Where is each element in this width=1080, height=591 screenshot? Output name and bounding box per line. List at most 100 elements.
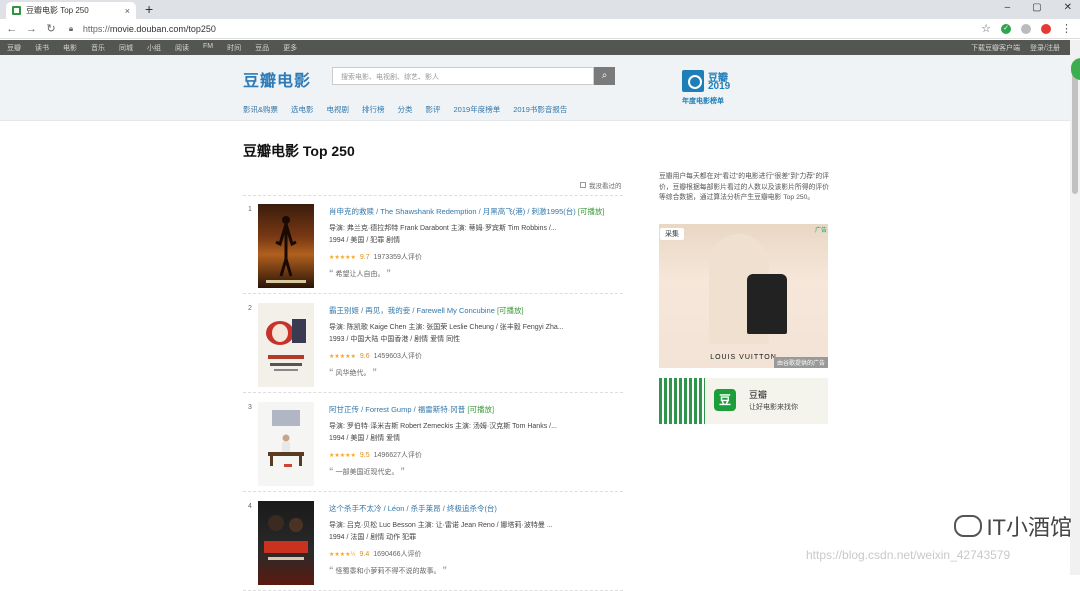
subnav-item[interactable]: 影评 <box>426 104 441 115</box>
annual-year: 2019 <box>708 81 731 92</box>
hide-watched-checkbox[interactable] <box>580 182 586 188</box>
movie-subnav: 影讯&购票 选电影 电视剧 排行榜 分类 影评 2019年度榜单 2019书影音报告 <box>243 104 567 115</box>
global-nav-item[interactable]: 读书 <box>35 43 49 53</box>
top250-description: 豆瓣用户每天都在对“看过”的电影进行“很差”到“力荐”的评价，豆瓣根据每部影片看… <box>659 173 829 201</box>
global-nav-item[interactable]: FM <box>203 43 213 53</box>
rating-stars-icon: ★★★★★ <box>329 254 356 261</box>
movie-other-titles: / The Shawshank Redemption / 月黑高飞(港) / 刺… <box>374 207 576 216</box>
movie-title-link[interactable]: 阿甘正传 <box>329 405 359 414</box>
url-scheme: https:// <box>82 23 110 34</box>
global-nav-item[interactable]: 音乐 <box>91 43 105 53</box>
close-window-button[interactable]: ✕ <box>1064 2 1072 13</box>
minimize-button[interactable]: – <box>1005 2 1011 13</box>
bookmark-star-icon[interactable]: ☆ <box>981 22 991 35</box>
extension-check-icon[interactable]: ✓ <box>1001 23 1011 34</box>
movie-title-line: 这个杀手不太冷 / Léon / 杀手莱昂 / 终极追杀令(台) <box>329 503 497 514</box>
global-nav-item[interactable]: 更多 <box>283 43 297 53</box>
ad-footer[interactable]: 由谷歌提供的广告 <box>773 357 828 368</box>
new-tab-button[interactable]: + <box>145 1 153 17</box>
browser-menu-icon[interactable]: ⋮ <box>1061 22 1072 35</box>
subnav-item[interactable]: 电视剧 <box>327 104 350 115</box>
global-nav-item[interactable]: 豆瓣 <box>7 43 21 53</box>
douban-favicon-icon <box>12 6 21 15</box>
movie-meta: 1994 / 美国 / 犯罪 剧情 <box>329 237 401 244</box>
restore-button[interactable]: ▢ <box>1032 2 1041 13</box>
forward-icon[interactable]: → <box>24 23 40 35</box>
douban-movie-logo[interactable]: 豆瓣电影 <box>243 67 311 91</box>
movie-poster[interactable] <box>258 402 314 486</box>
movie-credits: 导演: 吕克·贝松 Luc Besson 主演: 让·雷诺 Jean Reno … <box>329 522 553 529</box>
scrollbar-thumb[interactable] <box>1072 64 1078 194</box>
subnav-item[interactable]: 选电影 <box>291 104 314 115</box>
playable-badge[interactable]: [可播放] <box>497 306 524 315</box>
search-input[interactable]: 搜索电影、电视剧、综艺、影人 <box>332 67 594 85</box>
subnav-item[interactable]: 2019书影音报告 <box>513 104 567 115</box>
global-nav-item[interactable]: 同城 <box>119 43 133 53</box>
url-text: movie.douban.com/top250 <box>109 23 216 34</box>
back-icon[interactable]: ← <box>4 23 20 35</box>
subnav-item[interactable]: 影讯&购票 <box>243 104 278 115</box>
page-scrollbar[interactable] <box>1070 40 1080 575</box>
movie-poster[interactable] <box>258 204 314 288</box>
movie-meta: 1993 / 中国大陆 中国香港 / 剧情 爱情 同性 <box>329 336 461 343</box>
movie-meta: 1994 / 美国 / 剧情 爱情 <box>329 435 401 442</box>
quote-text: 怪蜀黍和小萝莉不得不说的故事。 <box>335 568 441 575</box>
movie-title-link[interactable]: 霸王别姬 <box>329 306 359 315</box>
ad-tag[interactable]: 广告 <box>815 225 827 234</box>
movie-title-line: 肖申克的救赎 / The Shawshank Redemption / 月黑高飞… <box>329 206 605 217</box>
movie-poster[interactable] <box>258 303 314 387</box>
tab-close-icon[interactable]: × <box>125 6 130 16</box>
hide-watched-toggle[interactable]: 我没看过的 <box>580 180 622 190</box>
movie-other-titles: / Forrest Gump / 福雷斯特·冈普 <box>359 405 466 414</box>
global-nav-item[interactable]: 电影 <box>63 43 77 53</box>
movie-title-link[interactable]: 这个杀手不太冷 <box>329 504 382 513</box>
toolbar-icons: ☆ ✓ ⋮ <box>981 22 1072 35</box>
global-nav-item[interactable]: 时间 <box>227 43 241 53</box>
app-download-box[interactable]: 豆 豆瓣 让好电影来找你 <box>659 378 828 424</box>
movie-item: 4 这个杀手不太冷 / Léon / 杀手莱昂 / 终极追杀令(台) 导演: 吕… <box>243 493 623 591</box>
movie-poster[interactable] <box>258 501 314 585</box>
subnav-item[interactable]: 分类 <box>398 104 413 115</box>
address-bar[interactable]: 🔒︎ https:// movie.douban.com/top250 <box>69 21 981 36</box>
app-slogan: 让好电影来找你 <box>749 404 798 411</box>
extension-red-icon[interactable] <box>1041 23 1051 34</box>
reload-icon[interactable]: ↻ <box>43 22 59 35</box>
movie-credits: 导演: 罗伯特·泽米吉斯 Robert Zemeckis 主演: 汤姆·汉克斯 … <box>329 423 557 430</box>
rating-stars-icon: ★★★★★ <box>329 452 356 459</box>
browser-toolbar: ← → ↻ 🔒︎ https:// movie.douban.com/top25… <box>0 19 1080 39</box>
subnav-item[interactable]: 2019年度榜单 <box>454 104 501 115</box>
movie-item: 2 霸王别姬 / 再见，我的妾 / Farewell My Concubine … <box>243 295 623 393</box>
global-nav-item[interactable]: 豆品 <box>255 43 269 53</box>
browser-tab[interactable]: 豆瓣电影 Top 250 × <box>6 2 136 19</box>
annual-logo-icon <box>682 70 704 92</box>
movie-rating: ★★★★½ 9.4 1690466人评价 <box>329 549 422 559</box>
rating-votes: 1459603人评价 <box>373 353 422 360</box>
global-nav-item[interactable]: 阅读 <box>175 43 189 53</box>
search-button[interactable]: ⌕ <box>594 67 615 85</box>
ad-collect-button[interactable]: 采集 <box>660 228 684 240</box>
global-nav-item[interactable]: 小组 <box>147 43 161 53</box>
lock-icon: 🔒︎ <box>68 23 74 33</box>
annual-list-banner[interactable]: 豆瓣 2019 年度电影榜单 <box>680 69 750 109</box>
playable-badge[interactable]: [可播放] <box>578 207 605 216</box>
movie-title-line: 阿甘正传 / Forrest Gump / 福雷斯特·冈普 [可播放] <box>329 404 494 415</box>
movie-title-link[interactable]: 肖申克的救赎 <box>329 207 374 216</box>
quote-text: 希望让人自由。 <box>335 271 385 278</box>
profile-avatar-icon[interactable] <box>1021 23 1031 34</box>
playable-badge[interactable]: [可播放] <box>467 405 494 414</box>
csdn-watermark: https://blog.csdn.net/weixin_42743579 <box>806 548 1011 562</box>
movie-rating: ★★★★★ 9.7 1973359人评价 <box>329 252 422 262</box>
rating-score: 9.5 <box>359 451 370 459</box>
subnav-item[interactable]: 排行榜 <box>362 104 385 115</box>
download-app-link[interactable]: 下载豆瓣客户端 <box>971 43 1020 53</box>
rating-stars-icon: ★★★★½ <box>329 551 356 558</box>
movie-quote: “ 怪蜀黍和小萝莉不得不说的故事。 ” <box>329 565 447 575</box>
movie-rank: 3 <box>248 404 252 411</box>
login-register-link[interactable]: 登录/注册 <box>1030 43 1060 53</box>
sidebar-ad[interactable]: 采集 广告 LOUIS VUITTON 由谷歌提供的广告 <box>659 224 828 368</box>
rating-votes: 1690466人评价 <box>373 551 422 558</box>
movie-rank: 1 <box>248 206 252 213</box>
search-icon: ⌕ <box>601 70 608 81</box>
window-controls: – ▢ ✕ <box>1005 2 1072 13</box>
rating-votes: 1496627人评价 <box>373 452 422 459</box>
